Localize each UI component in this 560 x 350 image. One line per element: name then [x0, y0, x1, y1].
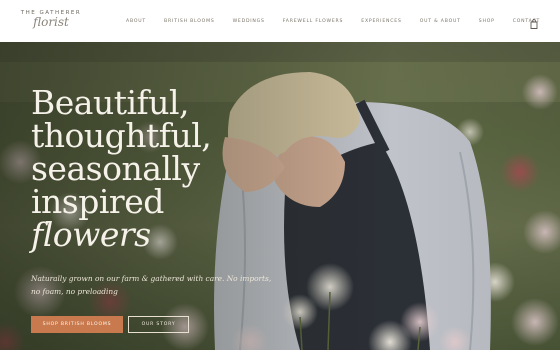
shopping-bag-icon[interactable]	[530, 16, 538, 29]
subtext-line: Naturally grown on our farm & gathered w…	[31, 274, 272, 283]
nav-item-shop[interactable]: SHOP	[479, 19, 495, 24]
hero-section: Beautiful, thoughtful, seasonally inspir…	[0, 42, 560, 350]
nav-item-farewell-flowers[interactable]: FAREWELL FLOWERS	[283, 19, 344, 24]
headline-line: seasonally	[31, 149, 200, 188]
nav-item-british-blooms[interactable]: BRITISH BLOOMS	[164, 19, 215, 24]
headline-line-emphasis: flowers	[31, 215, 151, 254]
headline-line: thoughtful,	[31, 116, 212, 155]
subtext-line: no foam, no preloading	[31, 286, 118, 296]
hero-headline: Beautiful, thoughtful, seasonally inspir…	[31, 86, 241, 251]
hero-subtext: Naturally grown on our farm & gathered w…	[31, 273, 272, 298]
site-header: THE GATHERER florist ABOUT BRITISH BLOOM…	[0, 0, 560, 42]
nav-item-weddings[interactable]: WEDDINGS	[233, 19, 265, 24]
nav-item-about[interactable]: ABOUT	[126, 19, 146, 24]
nav-item-experiences[interactable]: EXPERIENCES	[361, 19, 401, 24]
shop-british-blooms-button[interactable]: SHOP BRITISH BLOOMS	[31, 316, 123, 333]
nav-item-out-and-about[interactable]: OUT & ABOUT	[420, 19, 461, 24]
headline-line: Beautiful,	[31, 83, 190, 122]
our-story-button[interactable]: OUR STORY	[128, 316, 189, 333]
main-nav: ABOUT BRITISH BLOOMS WEDDINGS FAREWELL F…	[126, 0, 540, 42]
logo-script: florist	[33, 15, 69, 29]
headline-line: inspired	[31, 182, 164, 221]
logo[interactable]: THE GATHERER florist	[20, 6, 82, 36]
